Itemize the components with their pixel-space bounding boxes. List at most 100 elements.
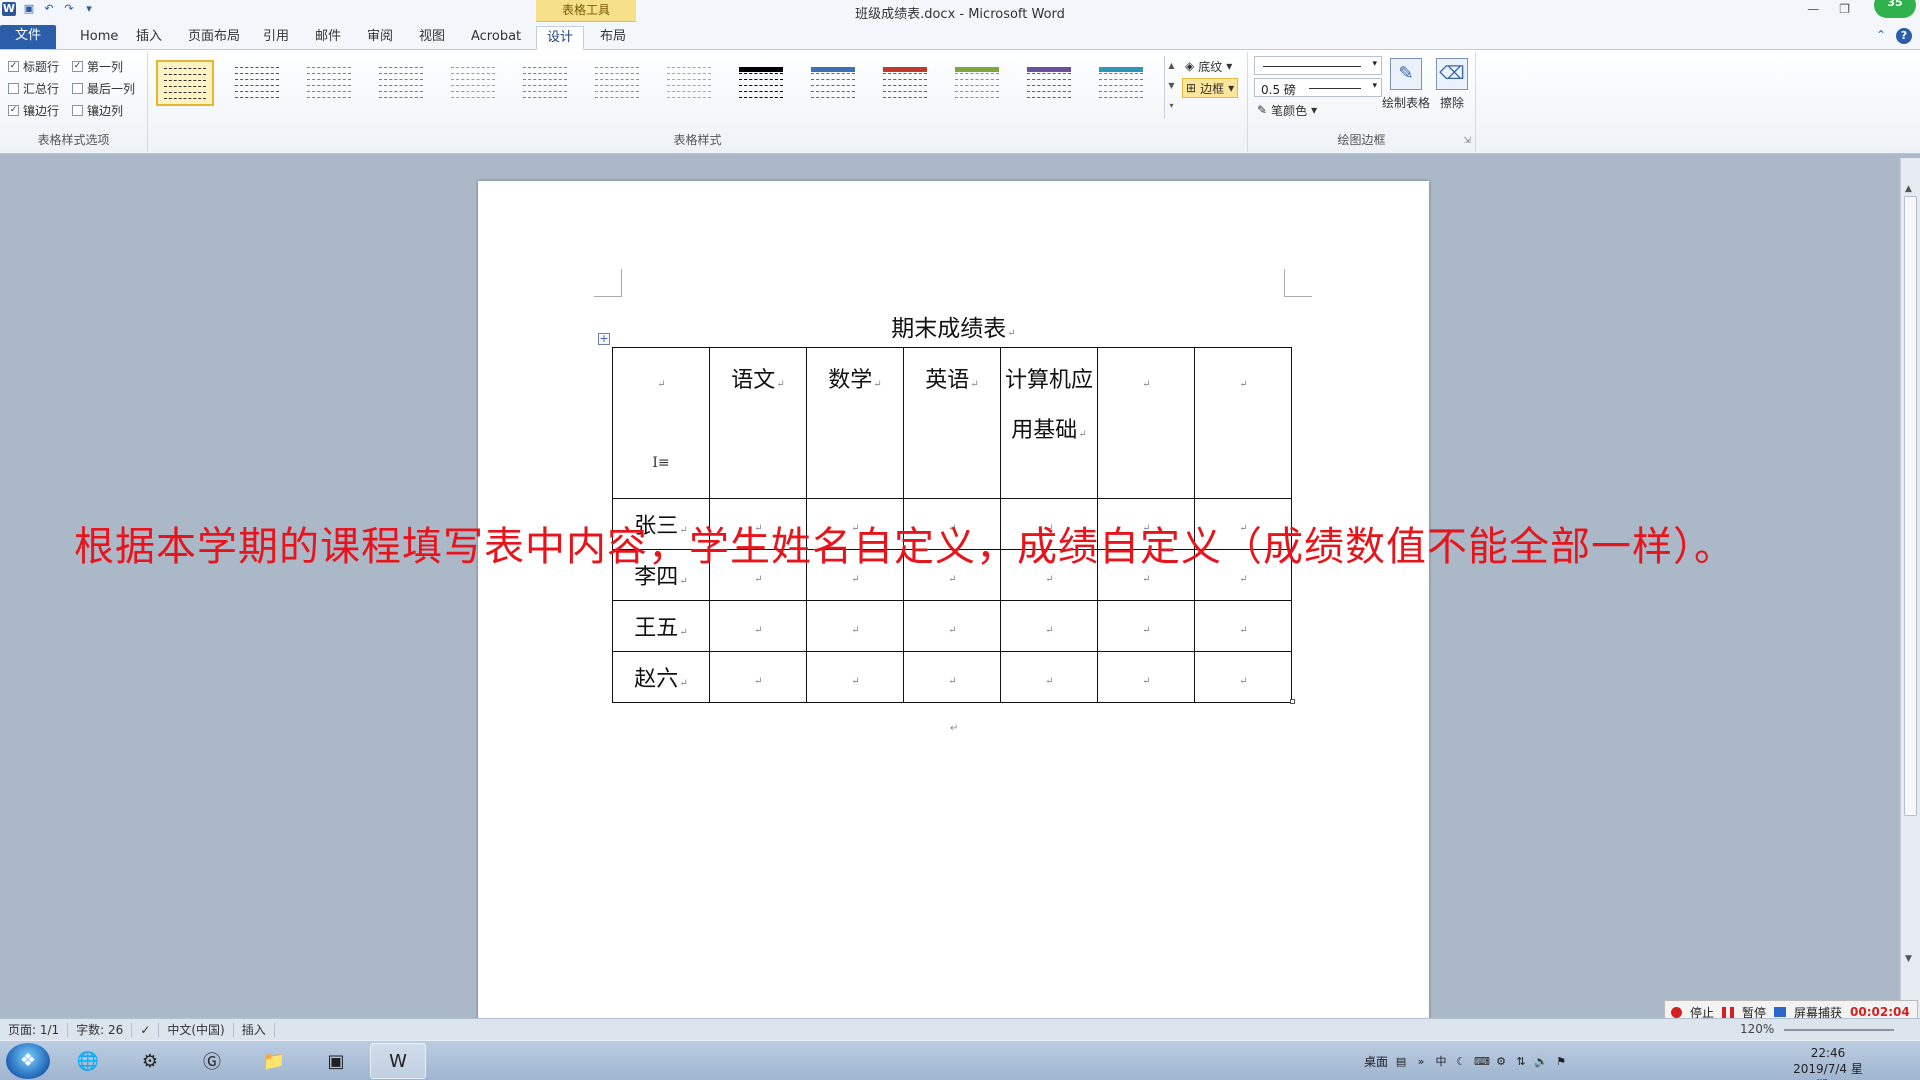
draw-table-button[interactable]: ✎ 绘制表格 — [1380, 58, 1432, 111]
checkbox-checked-icon[interactable]: ✓ — [72, 61, 83, 72]
tab-page-layout[interactable]: 页面布局 — [178, 26, 250, 50]
option-banded-columns[interactable]: 镶边列 — [72, 102, 123, 119]
student-name-cell[interactable]: 赵六↵ — [612, 651, 710, 703]
notification-badge[interactable]: 35 — [1874, 0, 1916, 18]
tab-layout[interactable]: 布局 — [590, 26, 636, 50]
steam-app-icon[interactable]: ⚙ — [122, 1043, 178, 1079]
table-style-swatch[interactable] — [732, 60, 790, 106]
borders-button[interactable]: ⊞ 边框 ▾ — [1182, 78, 1239, 98]
table-style-swatch[interactable] — [1020, 60, 1078, 106]
minimize-icon[interactable]: — — [1807, 2, 1819, 16]
app-g-icon[interactable]: Ⓖ — [184, 1043, 240, 1079]
moon-icon[interactable]: ☾ — [1454, 1055, 1468, 1069]
table-move-handle-icon[interactable]: + — [598, 333, 610, 345]
table-cell[interactable]: ↵ — [1097, 651, 1195, 703]
checkbox-checked-icon[interactable]: ✓ — [8, 105, 19, 116]
scroll-thumb[interactable] — [1904, 196, 1917, 816]
insert-mode[interactable]: 插入 — [234, 1022, 275, 1037]
scroll-up-icon[interactable]: ▲ — [1905, 184, 1912, 194]
browser-app-icon[interactable]: 🌐 — [60, 1043, 116, 1079]
checkbox-checked-icon[interactable]: ✓ — [8, 61, 19, 72]
checkbox-empty-icon[interactable] — [72, 105, 83, 116]
tab-design[interactable]: 设计 — [536, 26, 585, 50]
tab-acrobat[interactable]: Acrobat — [461, 26, 531, 50]
table-cell[interactable]: ↵ — [709, 651, 807, 703]
flag-icon[interactable]: ⚑ — [1554, 1055, 1568, 1069]
table-cell[interactable]: ↵ — [1000, 651, 1098, 703]
help-icon[interactable]: ? — [1896, 28, 1912, 44]
table-style-swatch[interactable] — [372, 60, 430, 106]
volume-icon[interactable]: 🔊 — [1534, 1055, 1548, 1069]
zoom-slider[interactable] — [1784, 1029, 1894, 1031]
settings-tray-icon[interactable]: ⚙ — [1494, 1055, 1508, 1069]
scroll-down-icon[interactable]: ▼ — [1905, 954, 1912, 964]
tab-view[interactable]: 视图 — [409, 26, 455, 50]
page-count[interactable]: 页面: 1/1 — [0, 1022, 69, 1037]
word-count[interactable]: 字数: 26 — [68, 1022, 133, 1037]
table-header-cell[interactable]: 数学↵ — [806, 347, 904, 499]
table-style-swatch[interactable] — [1092, 60, 1150, 106]
table-style-swatch[interactable] — [516, 60, 574, 106]
tab-references[interactable]: 引用 — [253, 26, 299, 50]
table-cell[interactable]: ↵ — [1194, 651, 1292, 703]
option-last-column[interactable]: 最后一列 — [72, 80, 135, 97]
table-cell[interactable]: ↵ — [903, 651, 1001, 703]
minimize-ribbon-icon[interactable]: ⌃ — [1876, 28, 1886, 44]
system-clock[interactable]: 22:46 2019/7/4 星期四 — [1788, 1045, 1868, 1080]
table-cell[interactable]: ↵ — [1097, 347, 1195, 499]
restore-icon[interactable]: ❐ — [1839, 2, 1850, 16]
document-page[interactable]: 期末成绩表↵ + ↵ I≡ 语文↵ 数学↵ 英语↵ 计算机应用基础↵ ↵ ↵ 张三… — [478, 181, 1429, 1021]
tab-review[interactable]: 审阅 — [357, 26, 403, 50]
presentation-app-icon[interactable]: ▣ — [308, 1043, 364, 1079]
dialog-launcher-icon[interactable]: ⇲ — [1463, 136, 1471, 146]
start-button-icon[interactable]: ❖ — [6, 1043, 50, 1079]
pen-style-select[interactable]: ▾ — [1254, 56, 1382, 75]
pen-color-button[interactable]: ✎ 笔颜色 ▾ — [1254, 100, 1320, 120]
table-cell[interactable]: ↵ — [806, 600, 904, 652]
stop-record-icon[interactable] — [1671, 1006, 1682, 1018]
table-style-swatch[interactable] — [948, 60, 1006, 106]
table-style-swatch[interactable] — [660, 60, 718, 106]
table-cell[interactable]: ↵ — [1000, 600, 1098, 652]
document-heading[interactable]: 期末成绩表↵ — [478, 309, 1429, 343]
tray-desktop[interactable]: 桌面 — [1364, 1053, 1388, 1070]
student-name-cell[interactable]: 王五↵ — [612, 600, 710, 652]
table-style-swatch[interactable] — [876, 60, 934, 106]
table-style-swatch[interactable] — [156, 60, 214, 106]
file-explorer-icon[interactable]: 📁 — [246, 1043, 302, 1079]
table-style-swatch[interactable] — [300, 60, 358, 106]
network-icon[interactable]: ⇅ — [1514, 1055, 1528, 1069]
table-style-swatch[interactable] — [228, 60, 286, 106]
tab-home[interactable]: Home — [70, 26, 128, 50]
capture-icon[interactable] — [1774, 1007, 1787, 1017]
tab-mailings[interactable]: 邮件 — [305, 26, 351, 50]
tab-insert[interactable]: 插入 — [126, 26, 172, 50]
gallery-up-icon[interactable]: ▲ — [1165, 56, 1178, 76]
table-style-swatch[interactable] — [444, 60, 502, 106]
pause-icon[interactable] — [1722, 1006, 1735, 1018]
checkbox-empty-icon[interactable] — [8, 83, 19, 94]
ime-icon[interactable]: 中 — [1434, 1055, 1448, 1069]
gallery-more-icon[interactable]: ▾ — [1165, 96, 1178, 116]
table-cell[interactable]: ↵ — [903, 600, 1001, 652]
table-cell[interactable]: ↵ — [1194, 347, 1292, 499]
tab-file[interactable]: 文件 — [0, 25, 56, 49]
table-cell[interactable]: ↵ — [1194, 600, 1292, 652]
table-style-swatch[interactable] — [588, 60, 646, 106]
option-first-column[interactable]: ✓ 第一列 — [72, 58, 123, 75]
expand-tray-icon[interactable]: » — [1414, 1055, 1428, 1069]
table-cell[interactable]: ↵ — [1097, 600, 1195, 652]
proofing-icon[interactable]: ✓ — [132, 1022, 160, 1037]
folder-tray-icon[interactable]: ▤ — [1394, 1055, 1408, 1069]
table-cell[interactable]: ↵ — [709, 600, 807, 652]
word-taskbar-icon[interactable]: W — [370, 1043, 426, 1079]
pen-weight-select[interactable]: 0.5 磅 ▾ — [1254, 78, 1382, 97]
table-cell[interactable]: ↵ — [806, 651, 904, 703]
option-total-row[interactable]: 汇总行 — [8, 80, 59, 97]
table-resize-handle[interactable] — [1290, 699, 1295, 704]
vertical-scrollbar[interactable]: ▲ ▼ — [1900, 158, 1920, 1018]
keyboard-icon[interactable]: ⌨ — [1474, 1055, 1490, 1069]
eraser-button[interactable]: ⌫ 擦除 — [1426, 58, 1478, 111]
table-header-cell[interactable]: 英语↵ — [903, 347, 1001, 499]
checkbox-empty-icon[interactable] — [72, 83, 83, 94]
